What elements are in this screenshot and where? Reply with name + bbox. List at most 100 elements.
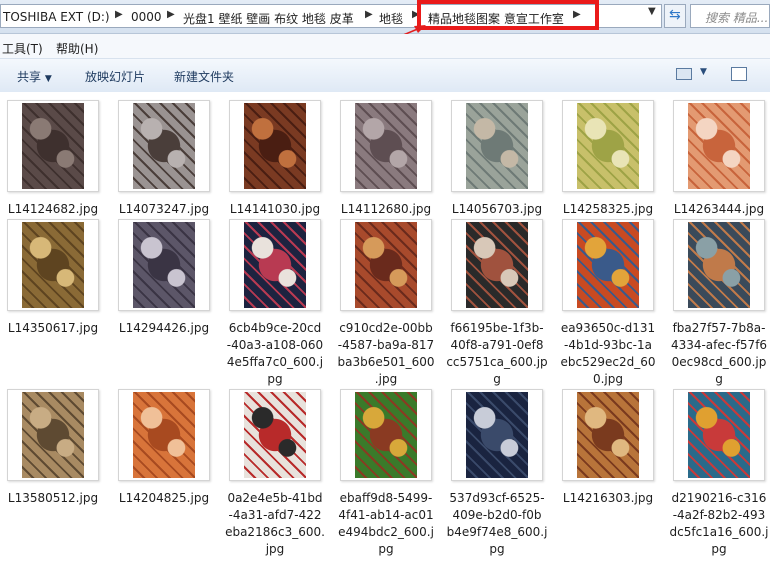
file-name-line: pg (267, 372, 283, 386)
file-thumbnail[interactable] (562, 100, 654, 192)
file-name-line: L14073247.jpg (118, 202, 210, 216)
menu-bar: 工具(T) 帮助(H) (0, 34, 770, 58)
file-thumbnail[interactable] (340, 219, 432, 311)
crumb-separator-icon[interactable]: ▶ (115, 9, 123, 20)
thumbnail-image (466, 103, 528, 189)
thumbnail-image (22, 222, 84, 308)
slideshow-button[interactable]: 放映幻灯片 (85, 68, 145, 85)
file-name-line: L14056703.jpg (451, 202, 543, 216)
file-thumbnail[interactable] (229, 389, 321, 481)
thumbnail-image (244, 222, 306, 308)
thumbnail-image (688, 103, 750, 189)
thumbnail-image (22, 392, 84, 478)
thumbnail-image (688, 392, 750, 478)
highlight-box (417, 0, 599, 30)
file-thumbnail[interactable] (673, 100, 765, 192)
file-name-line: g (715, 372, 723, 386)
file-name-line: g (493, 372, 501, 386)
file-name-line: L14216303.jpg (562, 491, 654, 505)
file-name-label: L14263444.jpg (666, 201, 770, 218)
file-thumbnail[interactable] (451, 219, 543, 311)
thumbnail-image (355, 222, 417, 308)
file-name-line: L14204825.jpg (118, 491, 210, 505)
file-thumbnail[interactable] (562, 219, 654, 311)
file-name-line: -4b1d-93bc-1a (564, 338, 652, 352)
file-name-label: d2190216-c316 -4a2f-82b2-493 dc5fc1a16_600… (666, 490, 770, 558)
file-thumbnail[interactable] (7, 389, 99, 481)
file-name-line: -4a2f-82b2-493 (672, 508, 766, 522)
file-name-line: 0.jpg (592, 372, 624, 386)
file-name-label: 0a2e4e5b-41bd -4a31-afd7-422 eba2186c3_600… (222, 490, 328, 558)
file-name-line: L14112680.jpg (340, 202, 432, 216)
file-name-label: L14294426.jpg (111, 320, 217, 337)
file-thumbnail[interactable] (229, 219, 321, 311)
chevron-down-icon[interactable]: ▼ (700, 67, 707, 77)
file-thumbnail[interactable] (673, 389, 765, 481)
preview-pane-icon[interactable] (731, 67, 747, 81)
file-name-label: L14216303.jpg (555, 490, 661, 507)
view-options-icon[interactable] (676, 68, 692, 80)
file-name-line: jpg (265, 542, 285, 556)
file-thumbnail[interactable] (229, 100, 321, 192)
crumb-folder-disc1[interactable]: 光盘1 壁纸 壁画 布纹 地毯 皮革 (183, 10, 354, 27)
file-thumbnail[interactable] (451, 389, 543, 481)
file-name-line: pg (711, 542, 727, 556)
crumb-drive[interactable]: TOSHIBA EXT (D:) (3, 10, 110, 24)
file-name-line: 0a2e4e5b-41bd (227, 491, 323, 505)
thumbnail-image (133, 392, 195, 478)
file-name-line: ebaff9d8-5499- (339, 491, 433, 505)
chevron-down-icon: ▼ (44, 74, 52, 84)
file-name-label: L14258325.jpg (555, 201, 661, 218)
menu-tools[interactable]: 工具(T) (2, 40, 43, 57)
file-thumbnail[interactable] (340, 100, 432, 192)
file-thumbnail[interactable] (118, 219, 210, 311)
crumb-folder-0000[interactable]: 0000 (131, 10, 162, 24)
file-grid: L14124682.jpg L14073247.jpg L14141030.jpg L… (0, 92, 770, 573)
share-label: 共享 (17, 70, 42, 84)
file-thumbnail[interactable] (118, 100, 210, 192)
crumb-separator-icon[interactable]: ▶ (167, 9, 175, 20)
refresh-button[interactable]: ⇆ (664, 4, 686, 28)
file-thumbnail[interactable] (340, 389, 432, 481)
file-thumbnail[interactable] (7, 100, 99, 192)
file-name-line: L14124682.jpg (7, 202, 99, 216)
file-name-line: 537d93cf-6525- (449, 491, 545, 505)
file-name-line: ea93650c-d131 (560, 321, 656, 335)
file-name-label: fba27f57-7b8a- 4334-afec-f57f6 0ec98cd_600… (666, 320, 770, 388)
file-thumbnail[interactable] (7, 219, 99, 311)
address-dropdown-icon[interactable]: ▼ (648, 6, 656, 17)
file-thumbnail[interactable] (673, 219, 765, 311)
file-name-label: L14141030.jpg (222, 201, 328, 218)
file-name-line: -4587-ba9a-817 (337, 338, 435, 352)
search-box[interactable]: 搜索 精品... (690, 4, 770, 28)
share-button[interactable]: 共享 ▼ (17, 68, 52, 85)
file-name-line: 40f8-a791-0ef8 (450, 338, 544, 352)
file-name-label: 6cb4b9ce-20cd -40a3-a108-060 4e5ffa7c0_600… (222, 320, 328, 388)
file-name-line: dc5fc1a16_600.j (669, 525, 769, 539)
file-name-line: 4e5ffa7c0_600.j (226, 355, 324, 369)
thumbnail-image (244, 103, 306, 189)
thumbnail-image (688, 222, 750, 308)
file-name-line: L14141030.jpg (229, 202, 321, 216)
file-name-line: d2190216-c316 (671, 491, 767, 505)
thumbnail-image (577, 103, 639, 189)
file-name-label: ea93650c-d131 -4b1d-93bc-1a ebc529ec2d_60 0… (555, 320, 661, 388)
file-name-line: 4f41-ab14-ac01 (338, 508, 434, 522)
crumb-separator-icon[interactable]: ▶ (365, 9, 373, 20)
file-name-line: L14294426.jpg (118, 321, 210, 335)
thumbnail-image (355, 103, 417, 189)
file-name-label: L14350617.jpg (0, 320, 106, 337)
file-name-line: 6cb4b9ce-20cd (228, 321, 322, 335)
file-thumbnail[interactable] (118, 389, 210, 481)
file-name-label: 537d93cf-6525- 409e-b2d0-f0b b4e9f74e8_600… (444, 490, 550, 558)
thumbnail-image (355, 392, 417, 478)
new-folder-button[interactable]: 新建文件夹 (174, 68, 234, 85)
thumbnail-image (22, 103, 84, 189)
thumbnail-image (577, 222, 639, 308)
file-name-line: b4e9f74e8_600.j (446, 525, 548, 539)
file-name-label: L14204825.jpg (111, 490, 217, 507)
file-thumbnail[interactable] (562, 389, 654, 481)
file-name-line: ebc529ec2d_60 (560, 355, 656, 369)
menu-help[interactable]: 帮助(H) (56, 40, 98, 57)
file-thumbnail[interactable] (451, 100, 543, 192)
